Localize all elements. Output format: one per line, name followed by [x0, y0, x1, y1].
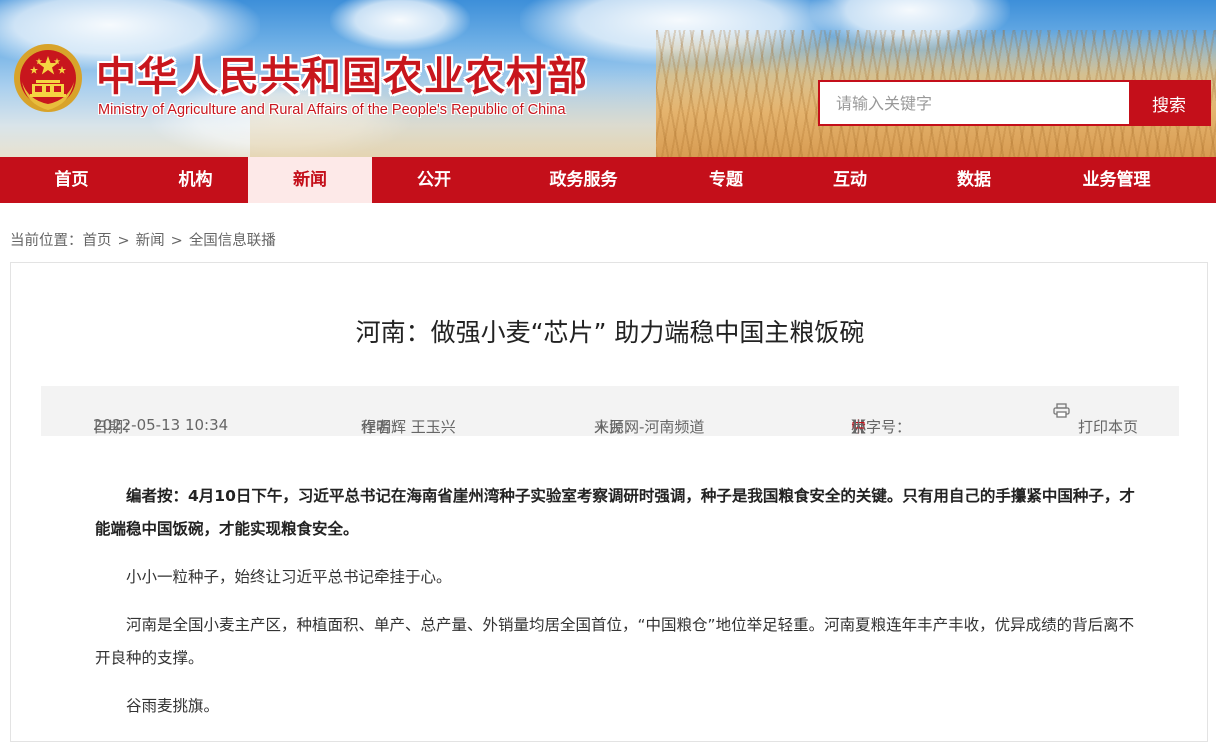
- article-title: 河南：做强小麦“芯片” 助力端稳中国主粮饭碗: [355, 318, 865, 347]
- breadcrumb-prefix: 当前位置：: [10, 233, 83, 249]
- header-banner: 中华人民共和国农业农村部 Ministry of Agriculture and…: [0, 0, 1216, 157]
- breadcrumb-link-news[interactable]: 新闻: [136, 233, 165, 249]
- breadcrumb-separator: >: [170, 233, 183, 249]
- date-value: 2022-05-13 10:34: [93, 416, 229, 434]
- nav-item-news[interactable]: 新闻: [248, 157, 372, 203]
- nav-item-data[interactable]: 数据: [919, 157, 1029, 203]
- breadcrumb-link-home[interactable]: 首页: [83, 233, 112, 249]
- article-card: 河南：做强小麦“芯片” 助力端稳中国主粮饭碗 日期： 2022-05-13 10:…: [10, 262, 1208, 742]
- main-nav: 首页 机构 新闻 公开 政务服务 专题 互动 数据 业务管理: [0, 157, 1216, 203]
- printer-icon: [1053, 403, 1070, 418]
- nav-item-home[interactable]: 首页: [0, 157, 143, 203]
- nav-item-organization[interactable]: 机构: [143, 157, 248, 203]
- nav-item-interaction[interactable]: 互动: [781, 157, 919, 203]
- article-paragraph: 谷雨麦挑旗。: [126, 697, 220, 715]
- breadcrumb: 当前位置：首页 > 新闻 > 全国信息联播: [10, 229, 276, 250]
- article-paragraph: 河南是全国小麦主产区，种植面积、单产、总产量、外销量均居全国首位，“中国粮仓”地…: [95, 616, 1135, 667]
- search-button[interactable]: 搜索: [1129, 82, 1209, 124]
- search-box: 搜索: [818, 80, 1211, 126]
- font-size-bracket: 】: [851, 418, 867, 436]
- article-paragraph: 小小一粒种子，始终让习近平总书记牵挂于心。: [126, 568, 452, 586]
- print-label: 打印本页: [1078, 418, 1139, 436]
- article-meta-bar: 日期： 2022-05-13 10:34 作者： 程明辉 王玉兴 来源： 人民网-河南…: [41, 386, 1179, 436]
- article-body: 编者按：4月10日下午，习近平总书记在海南省崖州湾种子实验室考察调研时强调，种子…: [95, 480, 1140, 738]
- breadcrumb-separator: >: [117, 233, 130, 249]
- site-subtitle-en[interactable]: Ministry of Agriculture and Rural Affair…: [98, 102, 566, 118]
- nav-item-business-management[interactable]: 业务管理: [1029, 157, 1204, 203]
- search-input[interactable]: [820, 82, 1129, 124]
- site-title[interactable]: 中华人民共和国农业农村部: [96, 44, 588, 102]
- nav-item-topics[interactable]: 专题: [671, 157, 781, 203]
- editor-note-paragraph: 编者按：4月10日下午，习近平总书记在海南省崖州湾种子实验室考察调研时强调，种子…: [95, 487, 1135, 538]
- national-emblem-icon: [14, 44, 82, 112]
- breadcrumb-link-national-news[interactable]: 全国信息联播: [189, 233, 276, 249]
- nav-item-government-services[interactable]: 政务服务: [496, 157, 671, 203]
- print-button[interactable]: 打印本页: [1053, 401, 1138, 436]
- author-value: 程明辉 王玉兴: [361, 418, 456, 436]
- source-value: 人民网-河南频道: [594, 418, 705, 436]
- nav-item-public[interactable]: 公开: [372, 157, 496, 203]
